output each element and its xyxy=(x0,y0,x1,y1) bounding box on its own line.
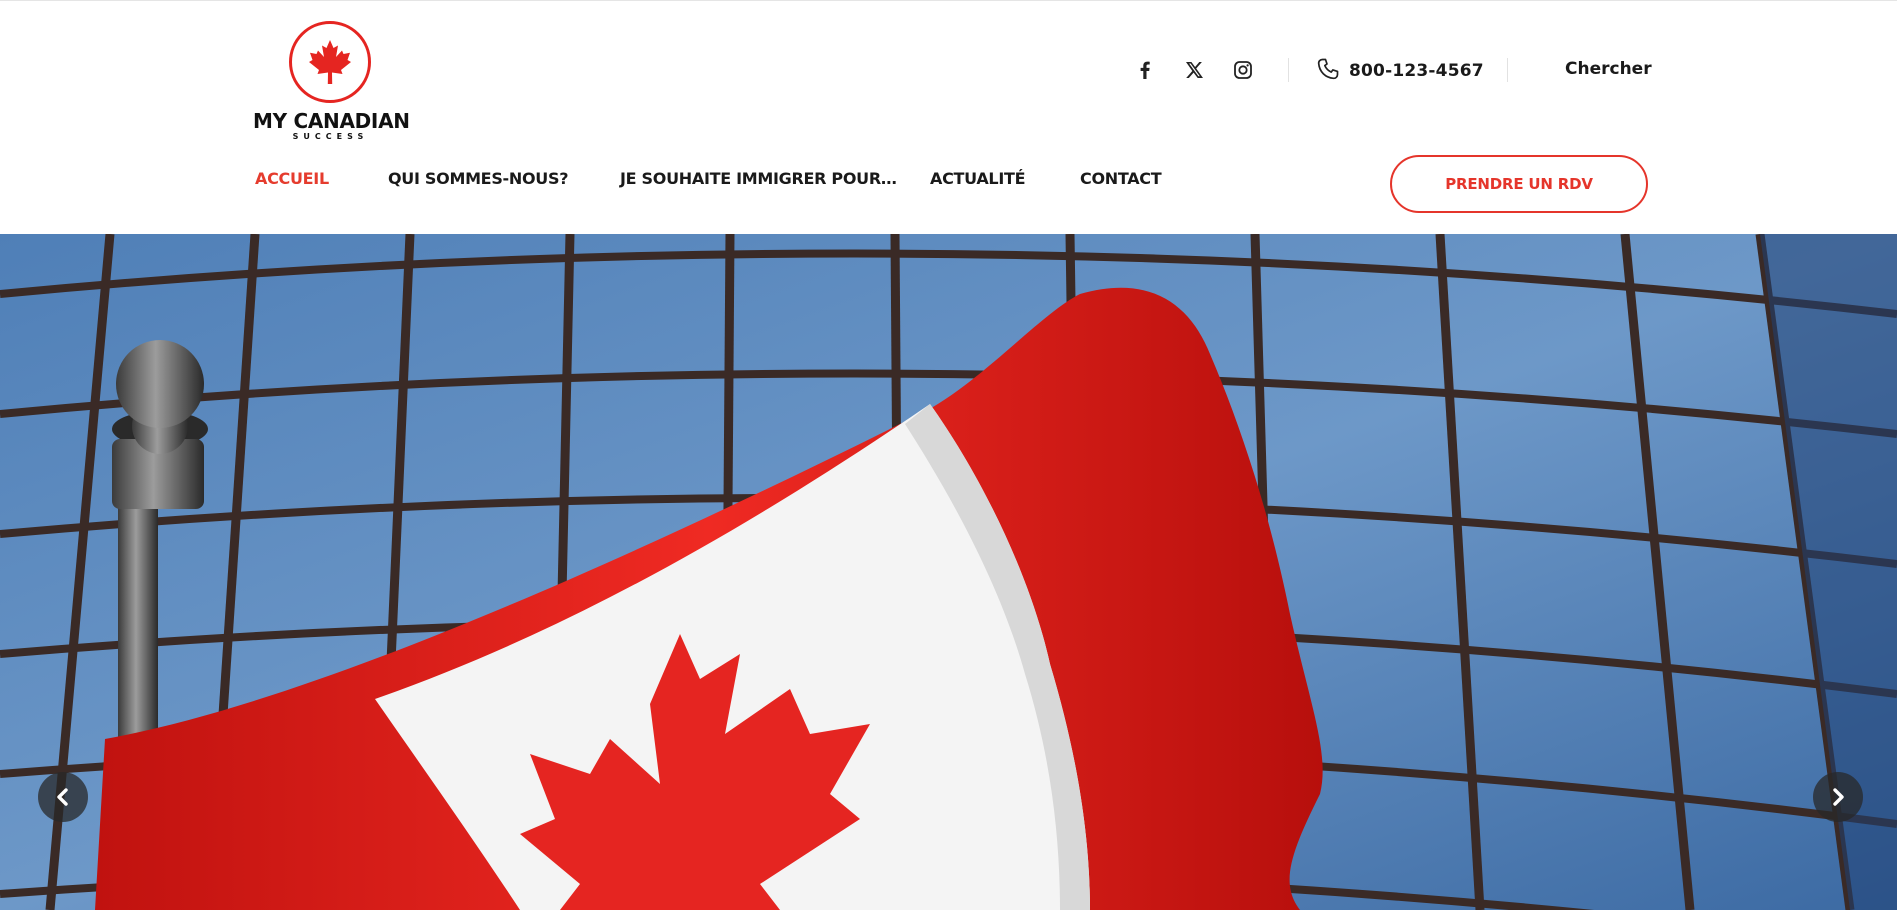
logo-name: MY CANADIAN xyxy=(253,109,410,133)
logo-tagline: SUCCESS xyxy=(292,132,369,141)
chevron-right-icon xyxy=(1833,788,1844,806)
divider xyxy=(1288,58,1289,82)
slider-prev-button[interactable] xyxy=(38,772,88,822)
divider xyxy=(1507,58,1508,82)
search-link[interactable]: Chercher xyxy=(1565,59,1652,79)
hero-slider xyxy=(0,234,1897,910)
maple-leaf-icon xyxy=(309,40,351,84)
nav-item-je-souhaite-immigrer[interactable]: JE SOUHAITE IMMIGRER POUR… xyxy=(620,169,897,188)
phone-link[interactable]: 800-123-4567 xyxy=(1316,57,1484,85)
site-logo[interactable]: MY CANADIAN SUCCESS xyxy=(253,21,410,141)
site-header: MY CANADIAN SUCCESS 800-123-4567 Cherche… xyxy=(0,0,1897,234)
instagram-icon[interactable] xyxy=(1230,57,1256,83)
nav-item-accueil[interactable]: ACCUEIL xyxy=(255,169,329,188)
x-twitter-icon[interactable] xyxy=(1181,57,1207,83)
phone-number: 800-123-4567 xyxy=(1349,61,1484,81)
hero-image xyxy=(0,234,1897,910)
logo-circle xyxy=(289,21,371,103)
phone-icon xyxy=(1316,57,1340,86)
slider-next-button[interactable] xyxy=(1813,772,1863,822)
nav-item-actualite[interactable]: ACTUALITÉ xyxy=(930,169,1026,188)
facebook-icon[interactable] xyxy=(1132,57,1158,83)
nav-item-contact[interactable]: CONTACT xyxy=(1080,169,1162,188)
chevron-left-icon xyxy=(57,788,68,806)
book-appointment-button[interactable]: PRENDRE UN RDV xyxy=(1390,155,1648,213)
nav-item-qui-sommes-nous[interactable]: QUI SOMMES-NOUS? xyxy=(388,169,568,188)
